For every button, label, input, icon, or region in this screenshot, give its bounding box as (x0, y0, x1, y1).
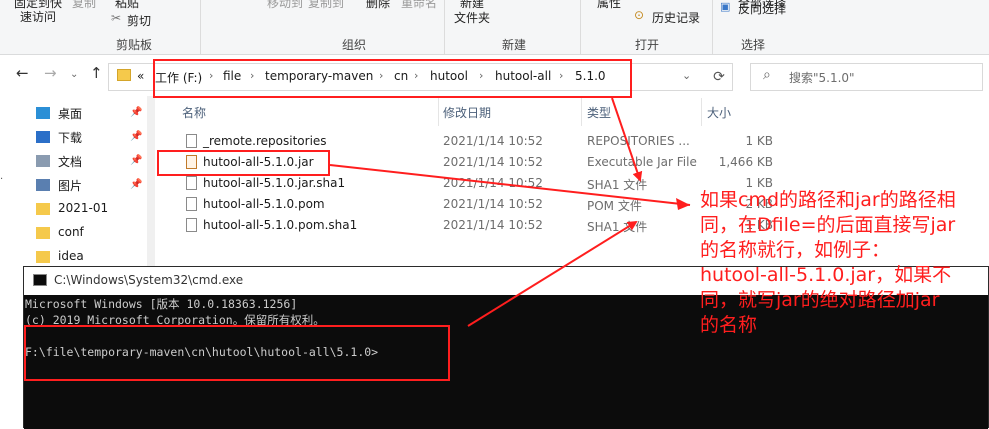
annotation-line: 的名称就行，如例子： (700, 239, 891, 261)
arrow-address-to-note (611, 97, 643, 182)
annotation-note: 如果cmd的路径和jar的路径相 同，在Dfile=的后面直接写jar 的名称就… (700, 188, 986, 338)
annotation-line: 同，在Dfile=的后面直接写jar (700, 214, 956, 236)
annotation-line: 的名称 (700, 314, 758, 336)
annotation-line: 如果cmd的路径和jar的路径相 (700, 189, 956, 211)
annotation-line: 同，就写jar的绝对路径加jar (700, 289, 940, 311)
arrow-cmd-to-note (467, 220, 638, 327)
arrow-head (676, 198, 690, 210)
annotation-line: hutool-all-5.1.0.jar，如果不 (700, 264, 952, 286)
